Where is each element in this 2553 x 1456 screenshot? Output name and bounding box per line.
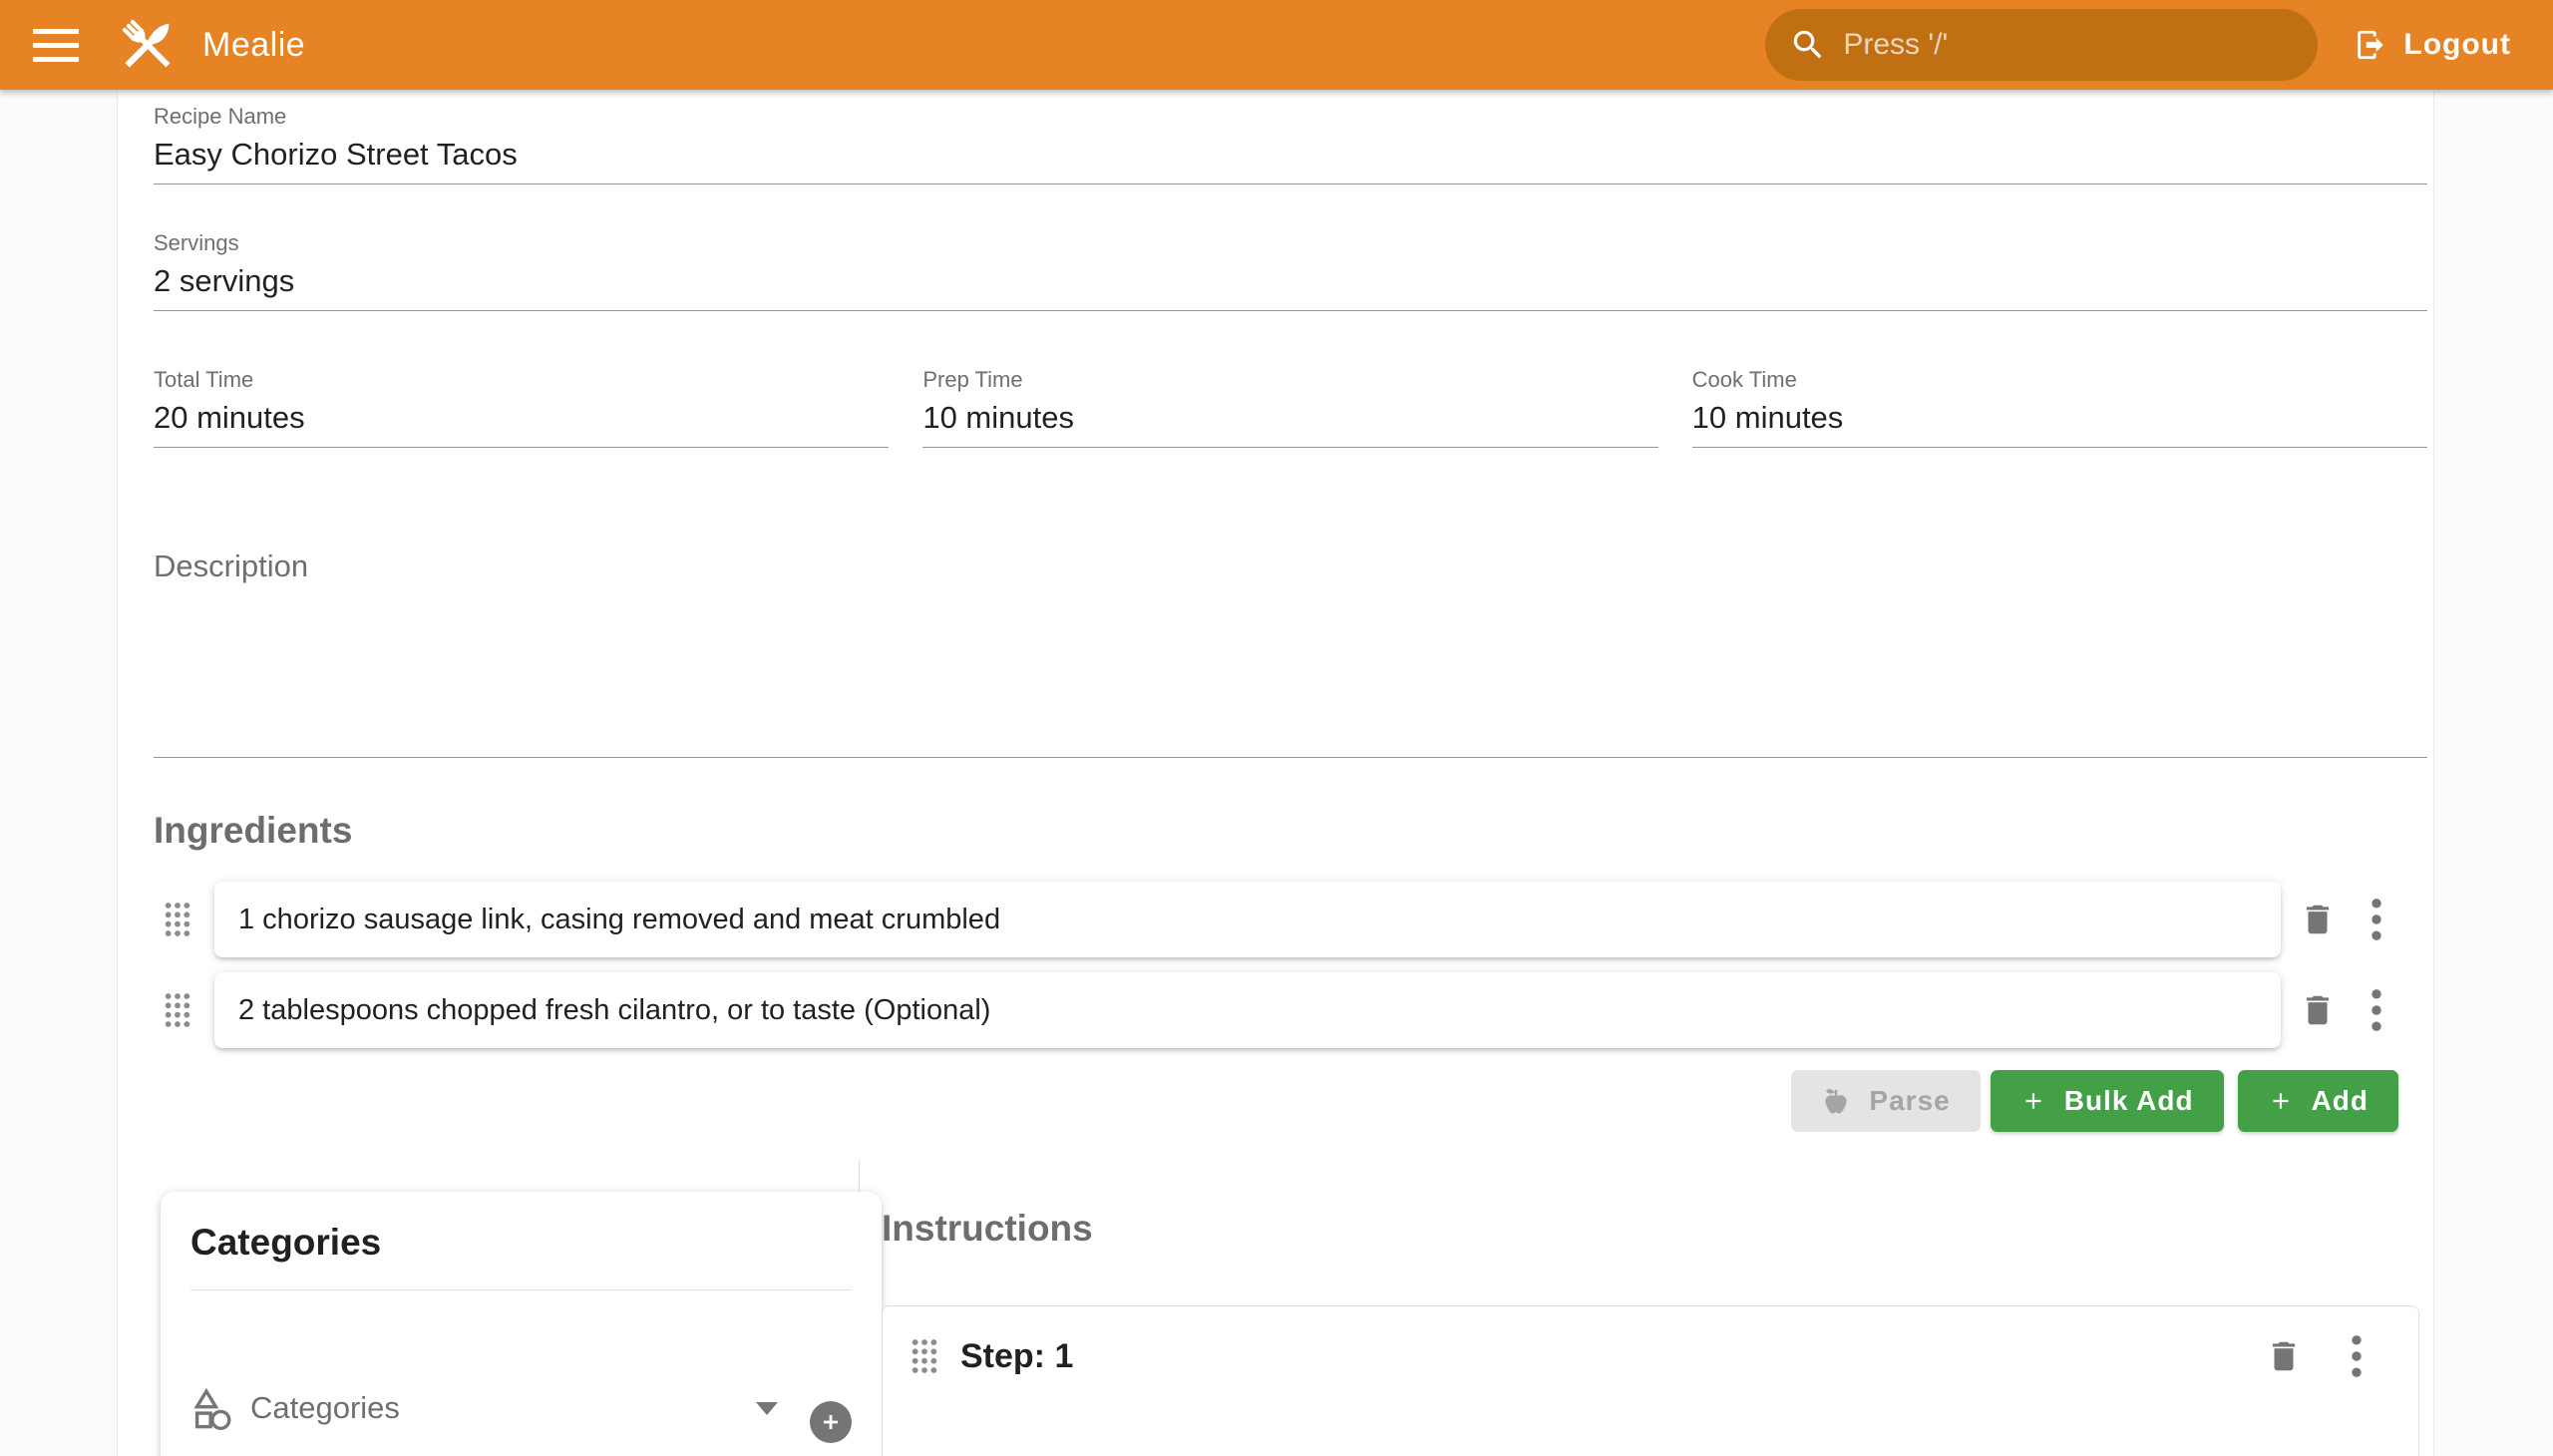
search-icon: [1789, 26, 1827, 64]
instructions-heading: Instructions: [882, 1208, 2433, 1250]
cook-time-field[interactable]: Cook Time 10 minutes: [1692, 367, 2427, 448]
recipe-name-label: Recipe Name: [154, 104, 2427, 130]
delete-step-button[interactable]: [2261, 1333, 2307, 1379]
apple-icon: [1821, 1086, 1851, 1116]
servings-label: Servings: [154, 230, 2427, 256]
categories-select[interactable]: Categories: [190, 1386, 788, 1456]
lower-columns: Categories Categories: [118, 1160, 2433, 1456]
ingredient-input[interactable]: 1 chorizo sausage link, casing removed a…: [214, 882, 2281, 957]
plus-icon: [2020, 1088, 2046, 1114]
prep-time-field[interactable]: Prep Time 10 minutes: [922, 367, 1657, 448]
ingredient-row: 2 tablespoons chopped fresh cilantro, or…: [154, 972, 2427, 1048]
recipe-name-field[interactable]: Recipe Name Easy Chorizo Street Tacos: [154, 90, 2427, 184]
drag-handle-icon[interactable]: [911, 1337, 938, 1375]
logout-button[interactable]: Logout: [2354, 28, 2511, 62]
app-title: Mealie: [202, 26, 305, 65]
description-label: Description: [154, 547, 2427, 585]
plus-icon: [2268, 1088, 2294, 1114]
description-field[interactable]: Description: [154, 547, 2427, 758]
ingredient-buttons-row: Parse Bulk Add Add: [154, 1070, 2427, 1132]
step-card: Step: 1 Combine: [882, 1305, 2419, 1456]
search-input[interactable]: [1843, 28, 2294, 62]
servings-value[interactable]: 2 servings: [154, 262, 2427, 310]
add-label: Add: [2312, 1085, 2369, 1117]
ingredients-heading: Ingredients: [154, 810, 2427, 852]
drag-handle-icon[interactable]: [164, 991, 191, 1029]
ingredient-menu-button[interactable]: [2367, 894, 2386, 945]
categories-column: Categories Categories: [118, 1160, 860, 1456]
delete-ingredient-button[interactable]: [2295, 987, 2341, 1033]
kebab-menu-icon: [2371, 898, 2382, 941]
servings-field[interactable]: Servings 2 servings: [154, 230, 2427, 311]
step-menu-button[interactable]: [2347, 1330, 2367, 1382]
chevron-down-icon[interactable]: [756, 1402, 778, 1415]
parse-button[interactable]: Parse: [1791, 1070, 1980, 1132]
trash-icon: [2299, 991, 2337, 1029]
kebab-menu-icon: [2371, 988, 2382, 1032]
parse-label: Parse: [1869, 1085, 1950, 1117]
ingredient-input[interactable]: 2 tablespoons chopped fresh cilantro, or…: [214, 972, 2281, 1048]
prep-time-value[interactable]: 10 minutes: [922, 399, 1657, 447]
categories-card: Categories Categories: [161, 1192, 882, 1456]
app-header: Mealie Logout: [0, 0, 2553, 90]
recipe-edit-card: Recipe Name Easy Chorizo Street Tacos Se…: [117, 90, 2434, 1456]
categories-select-label: Categories: [250, 1390, 400, 1426]
search-bar[interactable]: [1765, 9, 2318, 81]
ingredient-menu-button[interactable]: [2367, 984, 2386, 1036]
ingredient-list: 1 chorizo sausage link, casing removed a…: [154, 882, 2427, 1048]
trash-icon: [2265, 1337, 2303, 1375]
step-title: Step: 1: [960, 1337, 1073, 1376]
bulk-add-button[interactable]: Bulk Add: [1991, 1070, 2224, 1132]
prep-time-label: Prep Time: [922, 367, 1657, 393]
times-row: Total Time 20 minutes Prep Time 10 minut…: [154, 367, 2427, 448]
ingredient-row: 1 chorizo sausage link, casing removed a…: [154, 882, 2427, 957]
mealie-logo-icon: [115, 12, 181, 78]
logout-label: Logout: [2403, 28, 2511, 62]
trash-icon: [2299, 901, 2337, 938]
instructions-column: Instructions Step: 1: [860, 1160, 2433, 1456]
drag-handle-icon[interactable]: [164, 901, 191, 938]
cook-time-label: Cook Time: [1692, 367, 2427, 393]
total-time-label: Total Time: [154, 367, 889, 393]
divider: [190, 1289, 852, 1290]
delete-ingredient-button[interactable]: [2295, 897, 2341, 942]
logout-icon: [2354, 28, 2387, 62]
total-time-field[interactable]: Total Time 20 minutes: [154, 367, 889, 448]
kebab-menu-icon: [2351, 1334, 2363, 1378]
shapes-icon: [190, 1386, 232, 1430]
description-value[interactable]: [154, 585, 2427, 757]
categories-card-title: Categories: [190, 1222, 852, 1264]
add-ingredient-button[interactable]: Add: [2238, 1070, 2398, 1132]
menu-icon[interactable]: [33, 25, 81, 66]
total-time-value[interactable]: 20 minutes: [154, 399, 889, 447]
cook-time-value[interactable]: 10 minutes: [1692, 399, 2427, 447]
recipe-name-value[interactable]: Easy Chorizo Street Tacos: [154, 136, 2427, 183]
add-category-button[interactable]: [810, 1401, 852, 1443]
bulk-add-label: Bulk Add: [2064, 1085, 2194, 1117]
plus-icon: [819, 1410, 843, 1434]
